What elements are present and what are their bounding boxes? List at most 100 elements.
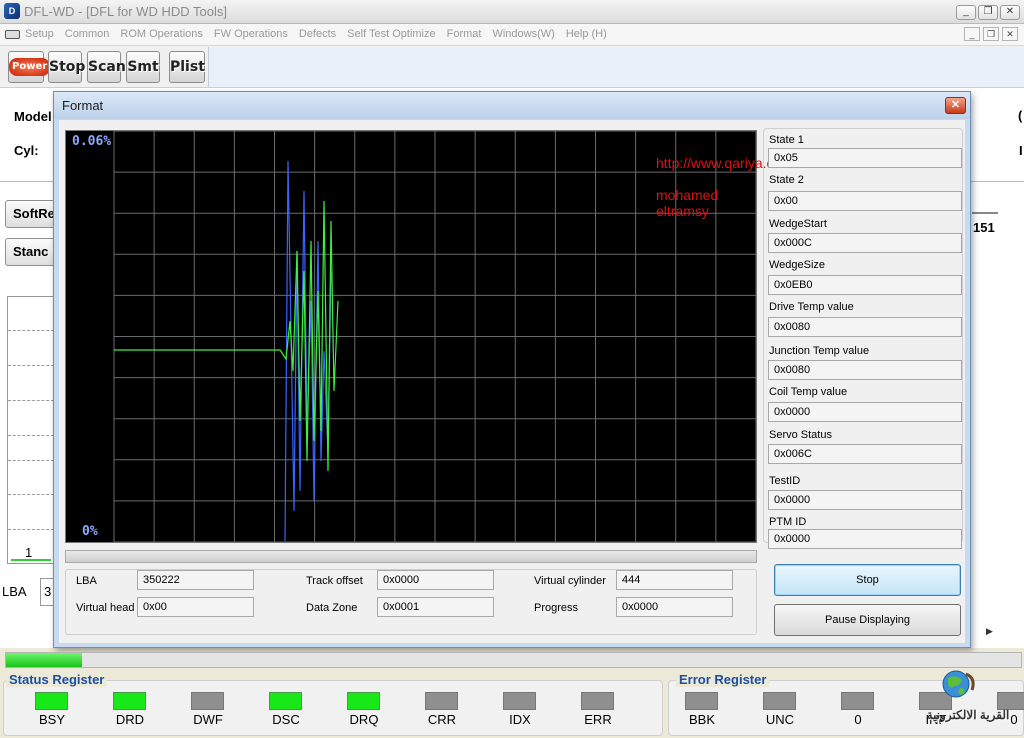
progress-label: Progress (534, 602, 579, 614)
menu-rom-operations[interactable]: ROM Operations (120, 28, 203, 40)
status-led-label-4: DRQ (349, 712, 379, 727)
menu-help[interactable]: Help (H) (566, 28, 607, 40)
format-dialog: Format ✕ 0.06% 0% http://www.qariya.com … (53, 91, 971, 648)
menu-windows[interactable]: Windows(W) (492, 28, 554, 40)
minimize-button[interactable]: _ (956, 5, 976, 20)
stop-button[interactable]: Stop (774, 564, 961, 596)
background-graph: 1 (7, 296, 55, 564)
wedgesize-label: WedgeSize (769, 259, 826, 271)
error-led-0 (685, 692, 718, 710)
data-zone-field: 0x0001 (377, 597, 494, 617)
format-graph: 0.06% 0% http://www.qariya.com mohamed e… (65, 130, 793, 543)
drive-temp-field: 0x0080 (768, 317, 962, 337)
pause-displaying-button[interactable]: Pause Displaying (774, 604, 961, 636)
mdi-close-button[interactable]: ✕ (1002, 27, 1018, 41)
status-led-label-2: DWF (193, 712, 223, 727)
right-char-1: ( (1018, 108, 1023, 123)
state1-field: 0x05 (768, 148, 962, 168)
dialog-title: Format (62, 98, 104, 113)
wedgestart-label: WedgeStart (769, 218, 827, 230)
state1-label: State 1 (769, 134, 804, 146)
mdi-restore-button[interactable]: ❐ (983, 27, 999, 41)
status-register-box (3, 680, 663, 736)
power-button[interactable]: Power (8, 51, 51, 83)
error-led-label-0: BBK (688, 712, 715, 727)
drive-temp-label: Drive Temp value (769, 301, 854, 313)
keyboard-icon[interactable] (5, 30, 20, 39)
graph-bottom-label: 0% (82, 524, 98, 539)
status-register-title: Status Register (6, 672, 108, 687)
status-led-label-7: ERR (584, 712, 612, 727)
testid-label: TestID (769, 475, 801, 487)
main-progress-bar (5, 652, 1022, 668)
graph-baseline (11, 559, 51, 561)
status-led-label-3: DSC (272, 712, 300, 727)
grid-line (8, 435, 54, 436)
logo-text: القرية الالكترونية (926, 708, 1010, 722)
dialog-close-button[interactable]: ✕ (945, 97, 966, 114)
progress-field: 0x0000 (616, 597, 733, 617)
junction-temp-label: Junction Temp value (769, 345, 870, 357)
plist-button[interactable]: Plist (169, 51, 205, 83)
menu-defects[interactable]: Defects (299, 28, 336, 40)
track-offset-label: Track offset (306, 575, 363, 587)
menu-self-test-optimize[interactable]: Self Test Optimize (347, 28, 435, 40)
graph-progress-bar (65, 550, 757, 563)
status-led-label-0: BSY (38, 712, 65, 727)
testid-field: 0x0000 (768, 490, 962, 510)
coil-temp-field: 0x0000 (768, 402, 962, 422)
grid-line (8, 529, 54, 530)
model-label: Model (14, 109, 52, 124)
menu-common[interactable]: Common (65, 28, 110, 40)
menu-setup[interactable]: Setup (25, 28, 54, 40)
globe-logo-icon (942, 670, 975, 698)
junction-temp-field: 0x0080 (768, 360, 962, 380)
status-led-6 (503, 692, 536, 710)
power-label: Power (9, 58, 51, 76)
app-titlebar: D DFL-WD - [DFL for WD HDD Tools] _ ❐ ✕ (0, 0, 1024, 24)
ptm-id-label: PTM ID (769, 516, 807, 528)
ptm-id-field: 0x0000 (768, 529, 962, 549)
menu-format[interactable]: Format (447, 28, 482, 40)
grid-line (8, 330, 54, 331)
smt-button[interactable]: Smt (126, 51, 160, 83)
cyl-label: Cyl: (14, 143, 39, 158)
app-icon: D (4, 3, 20, 19)
restore-button[interactable]: ❐ (978, 5, 998, 20)
menu-bar: Setup Common ROM Operations FW Operation… (0, 24, 1024, 46)
error-led-label-1: UNC (765, 712, 795, 727)
app-title: DFL-WD - [DFL for WD HDD Tools] (24, 4, 227, 19)
qariya-logo: القرية الالكترونية (914, 668, 1022, 734)
graph-top-label: 0.06% (72, 134, 112, 149)
error-led-label-2: 0 (854, 712, 862, 727)
scan-button[interactable]: Scan (87, 51, 126, 83)
toolbar-empty-area (208, 47, 1024, 87)
status-led-7 (581, 692, 614, 710)
status-led-1 (113, 692, 146, 710)
status-led-0 (35, 692, 68, 710)
register-area: Status Register BSY DRD DWF DSC DRQ CRR IDX ERR… (0, 670, 1024, 738)
dialog-titlebar: Format ✕ (54, 92, 970, 119)
state2-field: 0x00 (768, 191, 962, 211)
info-group: LBA 350222 Track offset 0x0000 Virtual c… (65, 569, 757, 635)
error-led-1 (763, 692, 796, 710)
wedgestart-field: 0x000C (768, 233, 962, 253)
right-char-2: I (1019, 143, 1023, 158)
graph-canvas (113, 131, 756, 542)
grid-line (8, 400, 54, 401)
virtual-head-label: Virtual head (76, 602, 135, 614)
virtual-cylinder-label: Virtual cylinder (534, 575, 606, 587)
close-button[interactable]: ✕ (1000, 5, 1020, 20)
toolbar: Power Stop Scan Smt Plist (0, 46, 1024, 88)
status-led-2 (191, 692, 224, 710)
scroll-right-arrow-icon[interactable]: ▶ (986, 626, 993, 637)
right-value: 151 (973, 220, 995, 235)
virtual-cylinder-field: 444 (616, 570, 733, 590)
stop-toolbar-button[interactable]: Stop (48, 51, 85, 83)
grid-line (8, 460, 54, 461)
virtual-head-field: 0x00 (137, 597, 254, 617)
mdi-minimize-button[interactable]: _ (964, 27, 980, 41)
dialog-body: 0.06% 0% http://www.qariya.com mohamed e… (59, 120, 965, 643)
wedgesize-field: 0x0EB0 (768, 275, 962, 295)
menu-fw-operations[interactable]: FW Operations (214, 28, 288, 40)
